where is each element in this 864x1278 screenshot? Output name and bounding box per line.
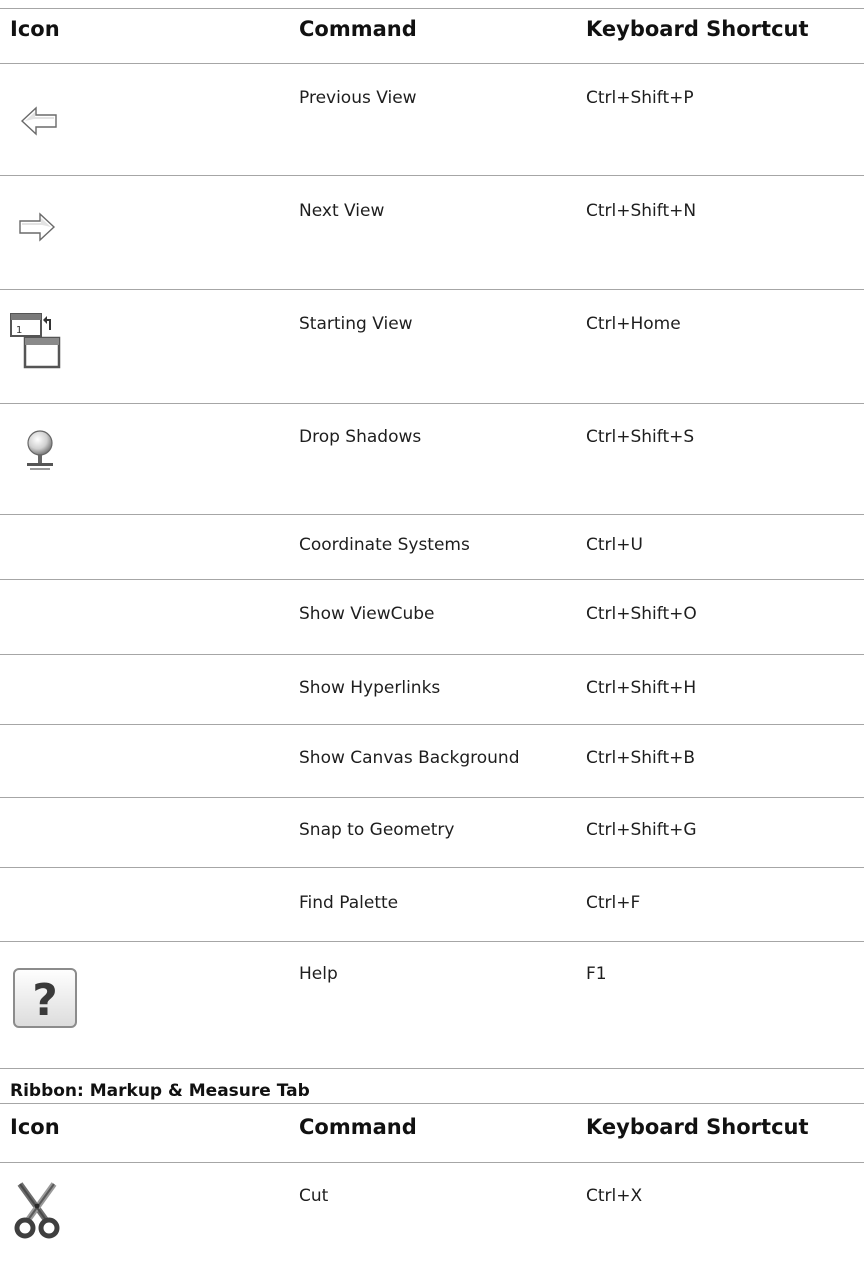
command-label: Show Hyperlinks xyxy=(299,678,441,698)
scissors-cut-icon xyxy=(14,1182,60,1239)
shortcut-label: Ctrl+F xyxy=(586,893,641,913)
row-divider xyxy=(0,867,864,868)
command-label: Show ViewCube xyxy=(299,604,435,624)
header-keyboard-shortcut: Keyboard Shortcut xyxy=(586,17,809,41)
row-divider xyxy=(0,514,864,515)
command-label: Previous View xyxy=(299,88,417,108)
shortcut-label: Ctrl+Shift+N xyxy=(586,201,697,221)
row-divider xyxy=(0,654,864,655)
row-divider xyxy=(0,403,864,404)
table-top-border xyxy=(0,1103,864,1104)
next-view-arrow-icon xyxy=(19,212,56,242)
command-label: Next View xyxy=(299,201,385,221)
row-divider xyxy=(0,579,864,580)
svg-text:1: 1 xyxy=(16,325,22,336)
table-bottom-border xyxy=(0,1068,864,1069)
header-icon: Icon xyxy=(10,1115,60,1139)
shortcut-label: F1 xyxy=(586,964,607,984)
header-divider xyxy=(0,63,864,64)
shortcut-label: Ctrl+Shift+G xyxy=(586,820,697,840)
row-divider xyxy=(0,289,864,290)
drop-shadows-icon xyxy=(27,430,53,470)
command-label: Drop Shadows xyxy=(299,427,422,447)
command-label: Snap to Geometry xyxy=(299,820,455,840)
header-command: Command xyxy=(299,1115,417,1139)
command-label: Cut xyxy=(299,1186,329,1206)
header-icon: Icon xyxy=(10,17,60,41)
row-divider xyxy=(0,724,864,725)
command-label: Starting View xyxy=(299,314,413,334)
header-command: Command xyxy=(299,17,417,41)
previous-view-arrow-icon xyxy=(20,106,57,136)
svg-text:?: ? xyxy=(32,975,58,1026)
shortcut-label: Ctrl+Shift+H xyxy=(586,678,697,698)
shortcut-label: Ctrl+Home xyxy=(586,314,681,334)
row-divider xyxy=(0,175,864,176)
shortcut-label: Ctrl+Shift+O xyxy=(586,604,697,624)
row-divider xyxy=(0,797,864,798)
command-label: Find Palette xyxy=(299,893,399,913)
shortcut-label: Ctrl+X xyxy=(586,1186,643,1206)
shortcut-label: Ctrl+Shift+P xyxy=(586,88,694,108)
command-label: Show Canvas Background xyxy=(299,748,520,768)
command-label: Help xyxy=(299,964,338,984)
section-title: Ribbon: Markup & Measure Tab xyxy=(10,1081,310,1101)
shortcut-label: Ctrl+U xyxy=(586,535,643,555)
table-top-border xyxy=(0,8,864,9)
shortcut-label: Ctrl+Shift+B xyxy=(586,748,696,768)
header-divider xyxy=(0,1162,864,1163)
row-divider xyxy=(0,941,864,942)
shortcut-label: Ctrl+Shift+S xyxy=(586,427,695,447)
help-question-icon: ? xyxy=(13,968,77,1028)
starting-view-icon: 1 xyxy=(10,313,61,369)
header-keyboard-shortcut: Keyboard Shortcut xyxy=(586,1115,809,1139)
command-label: Coordinate Systems xyxy=(299,535,470,555)
